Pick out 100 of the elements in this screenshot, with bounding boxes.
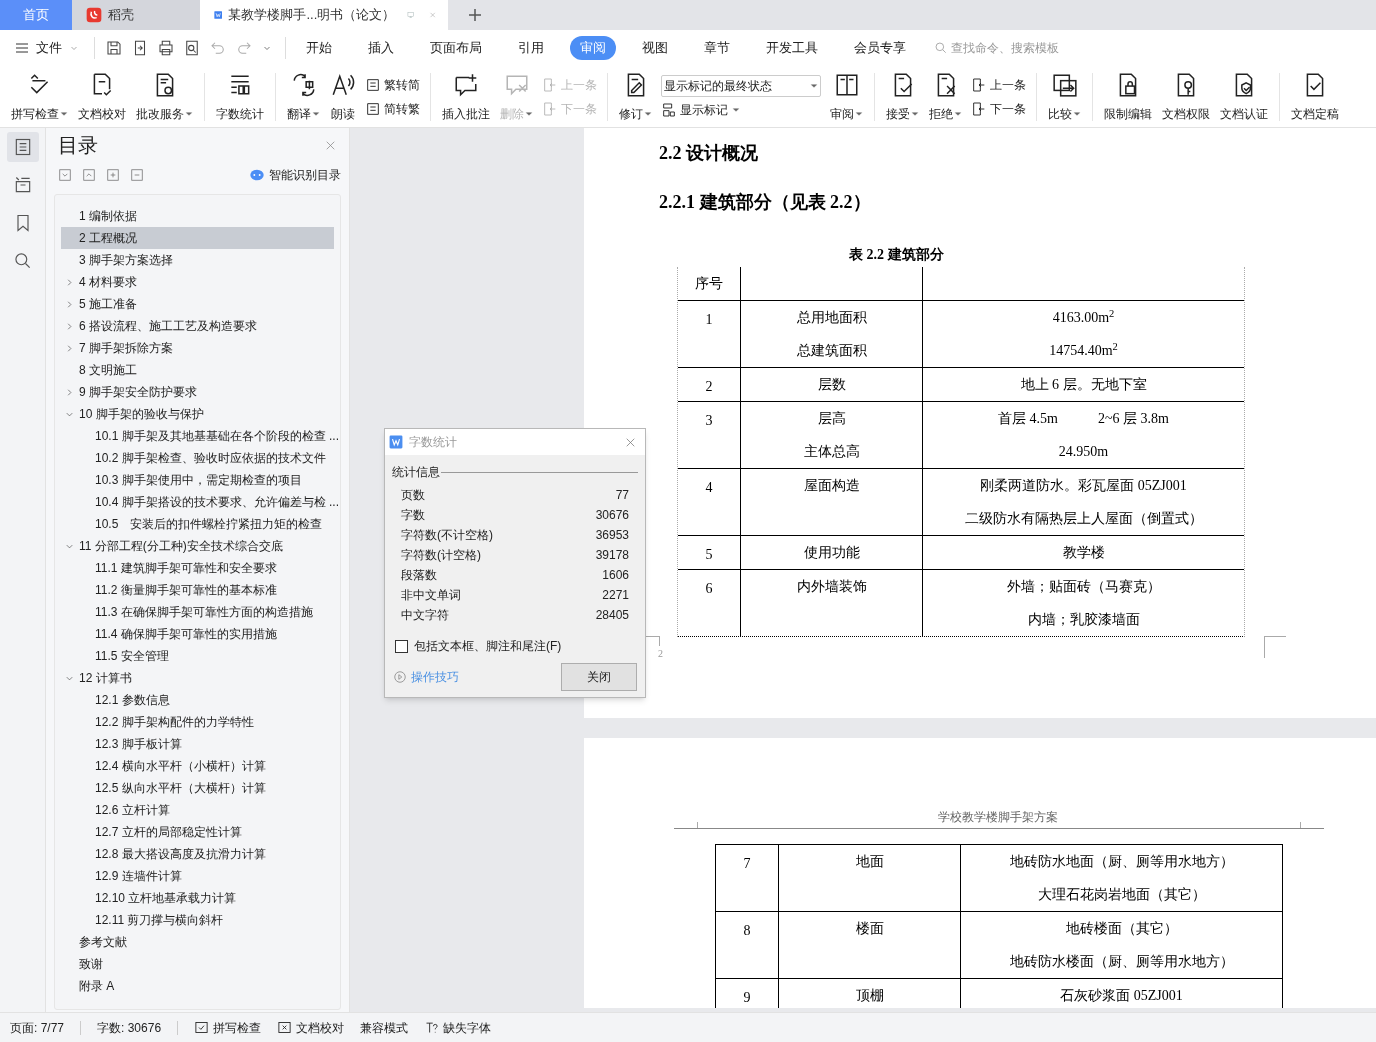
toc-item[interactable]: 12.2 脚手架构配件的力学特性 [61, 711, 334, 733]
toc-item[interactable]: 12.8 最大搭设高度及抗滑力计算 [61, 843, 334, 865]
toc-item[interactable]: 12.9 连墙件计算 [61, 865, 334, 887]
toc-item[interactable]: 4 材料要求 [61, 271, 334, 293]
traditional-char-icon [365, 100, 381, 117]
table-cell-text: 24.950m [1058, 443, 1109, 461]
ribbon-button[interactable]: 接受 [881, 70, 924, 123]
toc-item[interactable]: 11.2 衡量脚手架可靠性的基本标准 [61, 579, 334, 601]
toc-item[interactable]: 10.3 脚手架使用中，需定期检查的项目 [61, 469, 334, 491]
plus-icon[interactable] [466, 6, 484, 24]
checkbox[interactable] [395, 639, 408, 653]
toc-item[interactable]: 5 施工准备 [61, 293, 334, 315]
table-cell-text: 地面 [855, 853, 884, 871]
undo-icon[interactable] [209, 39, 227, 57]
print-preview-icon[interactable] [183, 39, 201, 57]
ribbon-button[interactable]: 插入批注 [437, 70, 495, 123]
toc-item[interactable]: 12.7 立杆的局部稳定性计算 [61, 821, 334, 843]
toc-item[interactable]: 3 脚手架方案选择 [61, 249, 334, 271]
toc-item[interactable]: 12.5 纵向水平杆（大横杆）计算 [61, 777, 334, 799]
toc-item[interactable]: 1 编制依据 [61, 205, 334, 227]
table-cell-text: 楼面 [855, 920, 884, 938]
page-number: 2 [658, 647, 663, 661]
ribbon-button[interactable]: 繁转简 [365, 75, 420, 94]
table-cell: 3 [678, 402, 741, 468]
toc-item[interactable]: 附录 A [61, 975, 334, 997]
ribbon-button[interactable]: 字数统计 [211, 70, 269, 123]
tab[interactable]: 稻壳 [72, 0, 200, 30]
menu-tab[interactable]: 插入 [358, 36, 404, 60]
ribbon-button[interactable]: 朗读 [325, 70, 361, 123]
display-mode-dropdown[interactable]: 显示标记的最终状态 [661, 74, 821, 97]
toc-item[interactable]: 12.11 剪刀撑与横向斜杆 [61, 909, 334, 931]
toc-item[interactable]: 7 脚手架拆除方案 [61, 337, 334, 359]
collapse-minus-icon[interactable] [130, 168, 144, 182]
toc-item[interactable]: 6 搭设流程、施工工艺及构造要求 [61, 315, 334, 337]
status-button[interactable]: 拼写检查 [194, 1018, 262, 1037]
toc-item[interactable]: 参考文献 [61, 931, 334, 953]
ribbon-button[interactable]: 拼写检查 [6, 70, 73, 123]
close-button[interactable]: 关闭 [561, 663, 637, 691]
ribbon-button[interactable]: 文档校对 [73, 70, 131, 123]
section-heading: 2.2.1 建筑部分（见表 2.2） [659, 191, 872, 214]
file-menu[interactable]: 文件 [14, 38, 80, 58]
redo-icon[interactable] [235, 39, 253, 57]
menu-tab[interactable]: 会员专享 [844, 36, 916, 60]
document-logo-icon [389, 435, 403, 449]
toc-item[interactable]: 致谢 [61, 953, 334, 975]
ribbon-button[interactable]: 审阅 [825, 70, 868, 123]
chat-bubble-icon [249, 167, 265, 183]
table-cell-text: 屋面构造 [803, 477, 860, 495]
toc-item[interactable]: 12.10 立杆地基承载力计算 [61, 887, 334, 909]
toc-item[interactable]: 11.4 确保脚手架可靠性的实用措施 [61, 623, 334, 645]
ribbon-button[interactable]: 文档认证 [1215, 70, 1273, 123]
toc-item[interactable]: 12.6 立杆计算 [61, 799, 334, 821]
expand-down-icon[interactable] [58, 168, 72, 182]
toc-item[interactable]: 8 文明施工 [61, 359, 334, 381]
toc-item[interactable]: 11.5 安全管理 [61, 645, 334, 667]
ribbon-button[interactable]: 比较 [1043, 70, 1086, 123]
toc-item[interactable]: 11.3 在确保脚手架可靠性方面的构造措施 [61, 601, 334, 623]
ribbon-button[interactable]: 限制编辑 [1099, 70, 1157, 123]
stat-value: 2271 [602, 587, 629, 604]
toc-item[interactable]: 11.1 建筑脚手架可靠性和安全要求 [61, 557, 334, 579]
save-icon[interactable] [105, 39, 123, 57]
ribbon-button[interactable]: 修订 [614, 70, 657, 123]
toc-item[interactable]: 12.4 横向水平杆（小横杆）计算 [61, 755, 334, 777]
ribbon-button[interactable]: 显示标记 [661, 100, 821, 119]
search-field[interactable]: 查找命令、搜索模板 [934, 39, 1091, 57]
menu-tab[interactable]: 引用 [508, 36, 554, 60]
ribbon-button[interactable]: 简转繁 [365, 99, 420, 118]
menu-tab[interactable]: 页面布局 [420, 36, 492, 60]
menu-tab[interactable]: 章节 [694, 36, 740, 60]
expand-plus-icon[interactable] [106, 168, 120, 182]
sidebar-button[interactable] [6, 132, 39, 162]
toc-item[interactable]: 11 分部工程(分工种)安全技术综合交底 [61, 535, 334, 557]
toc-item[interactable]: 10 脚手架的验收与保护 [61, 403, 334, 425]
status-text: 页面: 7/77 [10, 1018, 82, 1037]
ribbon-button[interactable]: 文档定稿 [1286, 70, 1344, 123]
menu-tab[interactable]: 视图 [632, 36, 678, 60]
tab[interactable]: 某教学楼脚手...明书（论文） [200, 0, 448, 30]
toc-item[interactable]: 12.3 脚手板计算 [61, 733, 334, 755]
page-header: 学校教学楼脚手架方案 [938, 809, 1058, 826]
dropdown-caret-icon [525, 109, 533, 118]
ribbon-button[interactable]: 翻译 [282, 70, 325, 123]
status-button[interactable]: 缺失字体 [424, 1018, 492, 1037]
toc-item[interactable]: 10.5 安装后的扣件螺栓拧紧扭力矩的检查 [61, 513, 334, 535]
ribbon-button[interactable]: 下一条 [971, 99, 1026, 118]
menu-tab[interactable]: 开始 [296, 36, 342, 60]
ribbon-button[interactable]: 上一条 [971, 75, 1026, 94]
ribbon-button[interactable]: 批改服务 [131, 70, 198, 123]
ribbon-button[interactable]: 拒绝 [924, 70, 967, 123]
toc-item[interactable]: 12 计算书 [61, 667, 334, 689]
menu-tab[interactable]: 开发工具 [756, 36, 828, 60]
collapse-up-icon[interactable] [82, 168, 96, 182]
toc-item[interactable]: 9 脚手架安全防护要求 [61, 381, 334, 403]
toc-item[interactable]: 2 工程概况 [61, 227, 334, 249]
smart-toc-button[interactable]: 智能识别目录 [249, 166, 341, 184]
stat-value: 77 [615, 487, 629, 504]
toc-item[interactable]: 10.2 脚手架检查、验收时应依据的技术文件 [61, 447, 334, 469]
toc-item[interactable]: 12.1 参数信息 [61, 689, 334, 711]
print-icon[interactable] [157, 39, 175, 57]
ribbon-button[interactable]: 文档权限 [1157, 70, 1215, 123]
status-button[interactable]: 文档校对 [277, 1018, 345, 1037]
